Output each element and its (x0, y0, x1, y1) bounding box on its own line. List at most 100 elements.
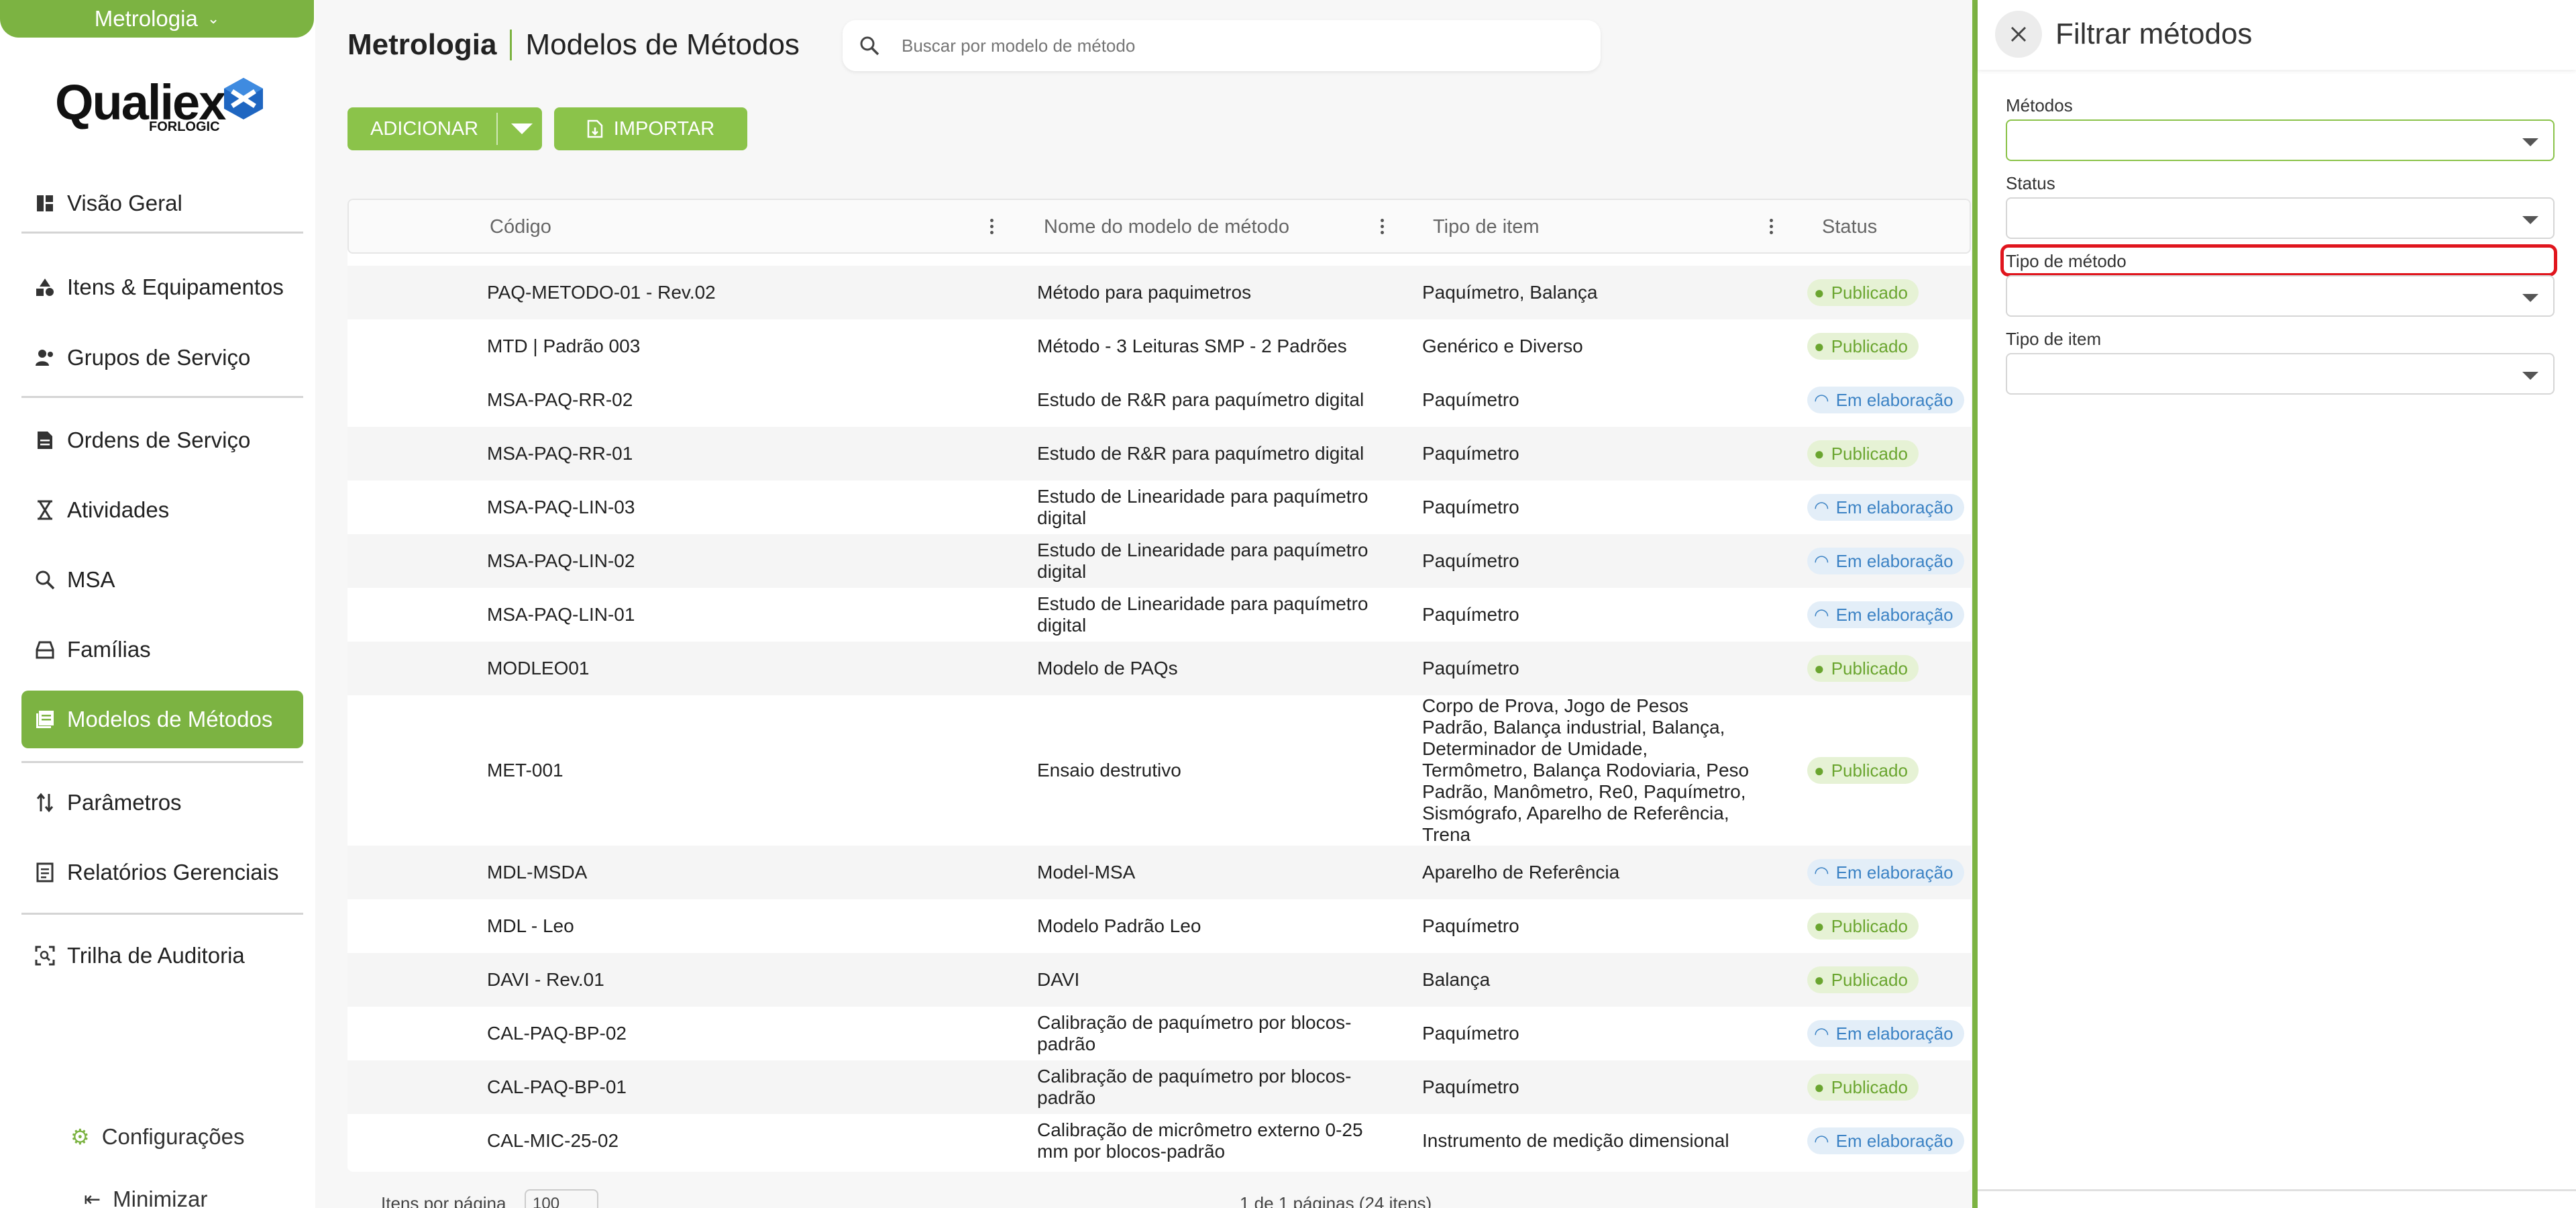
gear-icon: ⚙ (70, 1125, 90, 1149)
search-input[interactable] (902, 35, 1505, 56)
per-page-label: Itens por página (381, 1193, 506, 1208)
table-row[interactable]: CAL-PAQ-BP-02 Calibração de paquímetro p… (347, 1007, 1971, 1060)
collapse-left-icon: ⇤ (84, 1188, 101, 1208)
column-header-tipo-item[interactable]: Tipo de item (1433, 200, 1540, 254)
sidebar-item-modelos-metodos[interactable]: Modelos de Métodos (21, 691, 303, 748)
table-row[interactable]: DAVI - Rev.01 DAVI Balança ● Publicado (347, 953, 1971, 1007)
report-icon (34, 861, 56, 884)
cell-code: MTD | Padrão 003 (487, 336, 641, 356)
cell-status: ◠ Em elaboração (1807, 373, 1964, 427)
logo-subtext: FORLOGIC (149, 119, 220, 134)
check-circle-icon: ● (1814, 916, 1825, 936)
column-menu-icon[interactable] (1381, 219, 1385, 235)
column-label: Nome do modelo de método (1044, 215, 1289, 238)
filter-select-status[interactable] (2006, 197, 2555, 239)
cell-item-type: Paquímetro (1422, 389, 1519, 410)
status-badge: ◠ Em elaboração (1807, 859, 1964, 886)
sidebar-item-label: Parâmetros (67, 790, 182, 815)
cell-name: DAVI (1037, 969, 1080, 990)
table-row[interactable]: MET-001 Ensaio destrutivo Corpo de Prova… (347, 695, 1971, 846)
cell-status: ◠ Em elaboração (1807, 534, 1964, 588)
table-row[interactable]: PAQ-METODO-01 - Rev.02 Método para paqui… (347, 266, 1971, 319)
table-header: Código Nome do modelo de método Tipo de … (347, 199, 1971, 254)
sidebar-item-familias[interactable]: Famílias (21, 621, 303, 678)
table-row[interactable]: CAL-MIC-25-02 Calibração de micrômetro e… (347, 1114, 1971, 1168)
cell-status: ● Publicado (1807, 319, 1919, 373)
filter-select-tipo-metodo[interactable] (2006, 275, 2555, 317)
shapes-icon (34, 276, 56, 299)
hourglass-icon (34, 499, 56, 521)
filter-select-metodos[interactable] (2006, 119, 2555, 161)
check-circle-icon: ● (1814, 1077, 1825, 1097)
file-import-icon (587, 119, 603, 138)
column-header-status[interactable]: Status (1822, 200, 1877, 254)
sidebar-item-grupos-servico[interactable]: Grupos de Serviço (21, 329, 303, 387)
table-row[interactable]: MSA-PAQ-RR-01 Estudo de R&R para paquíme… (347, 427, 1971, 481)
cell-code: DAVI - Rev.01 (487, 969, 604, 990)
cell-code: MDL - Leo (487, 915, 574, 936)
search-bar[interactable] (843, 20, 1601, 71)
table-row[interactable]: CAL-PAQ-BP-01 Calibração de paquímetro p… (347, 1060, 1971, 1114)
sidebar-divider (21, 913, 303, 915)
per-page-select[interactable]: 100 (525, 1189, 598, 1208)
sidebar-item-label: MSA (67, 567, 115, 592)
settings-button[interactable]: ⚙ Configurações (70, 1124, 244, 1150)
cell-code: MSA-PAQ-RR-01 (487, 443, 633, 464)
add-button-split (496, 113, 498, 145)
cell-item-type: Paquímetro (1422, 1076, 1519, 1097)
minimize-button[interactable]: ⇤ Minimizar (84, 1187, 207, 1208)
table-row[interactable]: MODLEO01 Modelo de PAQs Paquímetro ● Publ… (347, 642, 1971, 695)
sidebar-item-label: Visão Geral (67, 191, 182, 215)
column-header-codigo[interactable]: Código (490, 200, 551, 254)
add-button-label: ADICIONAR (370, 117, 479, 140)
column-menu-icon[interactable] (1770, 219, 1774, 235)
table-row[interactable]: MSA-PAQ-LIN-03 Estudo de Linearidade par… (347, 481, 1971, 534)
cell-name: Calibração de paquímetro por blocos-padr… (1037, 1012, 1352, 1054)
table-row[interactable]: MDL-MSDA Model-MSA Aparelho de Referênci… (347, 846, 1971, 899)
cell-code: MSA-PAQ-LIN-01 (487, 604, 635, 625)
add-button[interactable]: ADICIONAR (347, 107, 542, 150)
spinner-icon: ◠ (1814, 1131, 1829, 1151)
filter-select-tipo-item[interactable] (2006, 353, 2555, 395)
caret-down-icon[interactable] (511, 123, 533, 134)
sidebar-item-relatorios[interactable]: Relatórios Gerenciais (21, 844, 303, 901)
cell-item-type: Paquímetro (1422, 497, 1519, 517)
table-row[interactable]: MSA-PAQ-LIN-02 Estudo de Linearidade par… (347, 534, 1971, 588)
cell-item-type: Paquímetro (1422, 1023, 1519, 1044)
sidebar-item-itens-equipamentos[interactable]: Itens & Equipamentos (21, 258, 303, 316)
column-menu-icon[interactable] (990, 219, 994, 235)
sidebar-item-label: Itens & Equipamentos (67, 274, 284, 299)
filter-panel-title: Filtrar métodos (2055, 17, 2253, 50)
table-row[interactable]: MSA-PAQ-LIN-01 Estudo de Linearidade par… (347, 588, 1971, 642)
module-selector[interactable]: Metrologia ⌄ (0, 0, 314, 38)
sidebar-item-msa[interactable]: MSA (21, 551, 303, 609)
table-row[interactable]: MSA-PAQ-RR-02 Estudo de R&R para paquíme… (347, 373, 1971, 427)
sidebar-divider (21, 396, 303, 398)
cell-name: Método para paquimetros (1037, 282, 1252, 303)
check-circle-icon: ● (1814, 444, 1825, 464)
column-header-nome[interactable]: Nome do modelo de método (1044, 200, 1289, 254)
status-badge: ◠ Em elaboração (1807, 1020, 1964, 1047)
sidebar-item-visao-geral[interactable]: Visão Geral (21, 174, 303, 232)
cell-name: Modelo de PAQs (1037, 658, 1178, 678)
template-icon (34, 708, 56, 731)
page-summary: 1 de 1 páginas (24 itens) (1240, 1193, 1432, 1208)
sidebar-item-atividades[interactable]: Atividades (21, 481, 303, 539)
sidebar-item-ordens-servico[interactable]: Ordens de Serviço (21, 411, 303, 469)
sidebar-item-trilha-auditoria[interactable]: Trilha de Auditoria (21, 927, 303, 985)
close-button[interactable] (1995, 11, 2042, 58)
methods-table: Código Nome do modelo de método Tipo de … (347, 199, 1971, 1172)
sidebar-item-parametros[interactable]: Parâmetros (21, 774, 303, 832)
group-icon (34, 346, 56, 369)
table-row[interactable]: MTD | Padrão 003 Método - 3 Leituras SMP… (347, 319, 1971, 373)
column-label: Código (490, 215, 551, 238)
chevron-down-icon: ⌄ (207, 10, 220, 27)
cell-code: MDL-MSDA (487, 862, 588, 883)
sidebar-item-label: Atividades (67, 497, 170, 522)
table-row[interactable]: MDL - Leo Modelo Padrão Leo Paquímetro ●… (347, 899, 1971, 953)
pagination: Itens por página 100 1 de 1 páginas (24 … (347, 1178, 1971, 1208)
cell-code: MET-001 (487, 760, 564, 781)
logo-cube-icon (224, 78, 263, 119)
import-button[interactable]: IMPORTAR (554, 107, 747, 150)
tray-icon (34, 638, 56, 661)
